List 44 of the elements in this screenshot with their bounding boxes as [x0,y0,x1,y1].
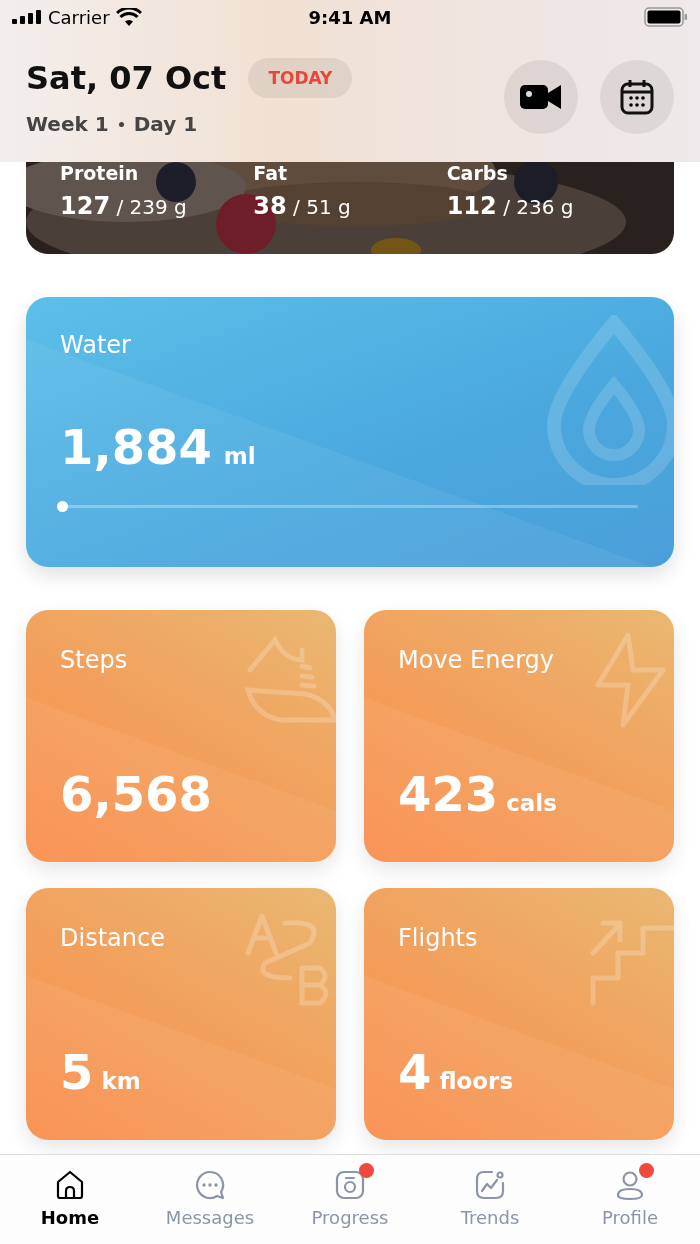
signal-icon [12,10,42,24]
card-title: Water [60,331,132,359]
tab-item[interactable]: Trends [420,1155,560,1244]
week-label: Week 1 [26,112,109,136]
macro-value: 112 / 236 g [446,192,575,220]
carrier-label: Carrier [48,6,110,28]
macro-value: 127 / 239 g [60,192,188,220]
today-badge: TODAY [248,58,353,98]
card-title: Flights [398,924,479,952]
tab-item[interactable]: Home [0,1155,140,1244]
tab-item[interactable]: Profile [560,1155,700,1244]
activity-card[interactable]: Flights 4 floors [364,888,674,1140]
water-amount: 1,884 [60,419,212,475]
progress-thumb[interactable] [57,501,68,512]
card-title: Move Energy [398,646,555,674]
tab-item[interactable]: Progress [280,1155,420,1244]
water-card[interactable]: Water 1,884 ml [26,297,674,567]
metric-value: 423 [398,766,499,822]
metric-value: 4 [398,1044,432,1100]
separator-dot [118,121,124,127]
metric-value: 5 [60,1044,94,1100]
macro-label: Fat [253,162,289,184]
day-label: Day 1 [133,112,198,136]
clock-time: 9:41 AM [308,6,392,28]
macro-label: Protein [60,162,140,184]
wifi-icon [115,8,142,26]
unit-label: km [101,1068,141,1094]
activity-card[interactable]: Steps 6,568 [26,610,336,862]
activity-card[interactable]: Move Energy 423 cals [364,610,674,862]
water-drop-icon [544,315,674,485]
macro-value: 38 / 51 g [253,192,352,220]
metric-value: 6,568 [60,766,212,822]
card-title: Steps [60,646,129,674]
macro-label: Carbs [446,162,509,184]
battery-icon [644,7,688,27]
video-camera-icon [520,83,562,111]
activity-card[interactable]: Distance 5 km [26,888,336,1140]
unit-label: ml [223,443,256,469]
date-title: Sat, 07 Oct [26,59,227,97]
tab-item[interactable]: Messages [140,1155,280,1244]
unit-label: cals [506,790,557,816]
card-title: Distance [60,924,166,952]
unit-label: floors [439,1068,514,1094]
calendar-icon [620,79,654,115]
